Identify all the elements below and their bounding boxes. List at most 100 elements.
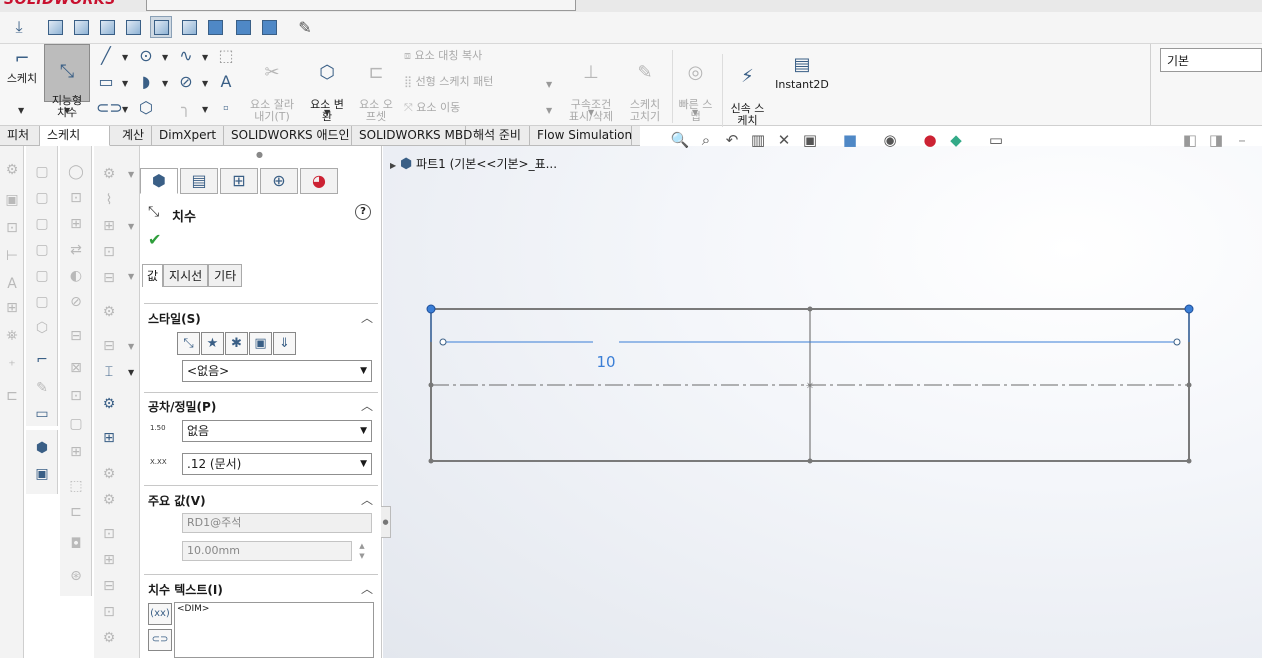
vertex-top-mid[interactable] xyxy=(807,306,813,312)
tab-dimxpert[interactable]: DimXpert xyxy=(152,126,224,146)
strip3-icon-4[interactable]: ⇄ xyxy=(65,240,87,260)
subtab-leaders[interactable]: 지시선 xyxy=(163,264,209,287)
strip-icon-8[interactable]: ⁺ xyxy=(1,356,23,376)
add-style-icon[interactable]: ★ xyxy=(201,332,224,355)
strip4-icon-15[interactable]: ⊟ xyxy=(98,576,120,596)
mirror-entities-button[interactable]: ⧈ 요소 대칭 복사 xyxy=(404,50,482,62)
tolerance-collapse-icon[interactable]: ︿ xyxy=(361,397,373,414)
sketch-geometry[interactable]: 10 ✳ xyxy=(383,146,1262,658)
strip3-icon-13[interactable]: ⊏ xyxy=(65,502,87,522)
ok-check-icon[interactable]: ✔ xyxy=(148,230,161,249)
view-front-icon[interactable] xyxy=(44,16,66,38)
view-left-icon[interactable] xyxy=(96,16,118,38)
text-icon[interactable]: A xyxy=(216,72,236,92)
polygon-icon[interactable]: ⬡ xyxy=(136,98,156,118)
pm-grip-icon[interactable]: ● xyxy=(256,150,263,159)
strip3-icon-2[interactable]: ⊡ xyxy=(65,188,87,208)
dim-text-box[interactable]: <DIM> xyxy=(174,602,374,658)
primary-value-collapse-icon[interactable]: ︿ xyxy=(361,491,373,508)
pm-tab-dimxpert[interactable]: ⊕ xyxy=(260,168,298,194)
strip3-icon-10[interactable]: ▢ xyxy=(65,414,87,434)
view-dimetric-icon[interactable] xyxy=(232,16,254,38)
smart-dimension-dropdown-icon[interactable]: ▼ xyxy=(64,106,70,115)
strip-icon-7[interactable]: ⛯ xyxy=(1,326,23,346)
strip2-icon-9[interactable]: ✎ xyxy=(31,378,53,398)
strip3-icon-5[interactable]: ◐ xyxy=(65,266,87,286)
apply-default-style-icon[interactable]: ⤡ xyxy=(177,332,200,355)
vertex-top-left[interactable] xyxy=(426,304,436,314)
strip4-icon-1[interactable]: ⚙ xyxy=(98,164,120,184)
inspection-dim-icon[interactable]: ⊂⊃ xyxy=(148,629,172,651)
view-right-icon[interactable] xyxy=(122,16,144,38)
tab-evaluate[interactable]: 계산 xyxy=(110,126,152,146)
strip4-icon-8[interactable]: ⌶ xyxy=(98,362,120,382)
strip2-part-icon[interactable]: ⬢ xyxy=(31,438,53,458)
add-parentheses-icon[interactable]: (xx) xyxy=(148,603,172,625)
strip2-icon-7[interactable]: ⬡ xyxy=(31,318,53,338)
instant2d-button[interactable]: ▤ Instant2D xyxy=(774,54,830,91)
style-select[interactable]: <없음> ▼ xyxy=(182,360,372,382)
strip3-icon-3[interactable]: ⊞ xyxy=(65,214,87,234)
vertex-right-mid[interactable] xyxy=(1186,382,1192,388)
strip3-icon-12[interactable]: ⬚ xyxy=(65,476,87,496)
strip3-icon-15[interactable]: ⊛ xyxy=(65,566,87,586)
view-bottom-icon[interactable] xyxy=(178,16,200,38)
strip-icon-4[interactable]: ⊢ xyxy=(1,246,23,266)
strip-icon-3[interactable]: ⊡ xyxy=(1,218,23,238)
normal-to-icon[interactable]: ⤓ xyxy=(8,16,30,38)
strip2-sketch-icon[interactable]: ⌐ xyxy=(31,350,53,370)
view-iso-icon[interactable] xyxy=(204,16,226,38)
strip3-icon-7[interactable]: ⊟ xyxy=(65,326,87,346)
style-collapse-icon[interactable]: ︿ xyxy=(361,309,373,326)
pm-tab-feature-manager[interactable]: ⬢ xyxy=(140,168,178,194)
strip2-icon-4[interactable]: ▢ xyxy=(31,240,53,260)
primary-value-input[interactable]: 10.00mm xyxy=(182,541,352,561)
strip3-icon-9[interactable]: ⊡ xyxy=(65,386,87,406)
spline-icon[interactable]: ∿ xyxy=(176,46,196,66)
view-top-icon[interactable] xyxy=(150,16,172,38)
strip-icon-1[interactable]: ⚙ xyxy=(1,160,23,180)
circle-icon[interactable]: ⊙ xyxy=(136,46,156,66)
point-icon[interactable]: ▫ xyxy=(216,98,236,118)
pm-tab-display-manager[interactable]: ◕ xyxy=(300,168,338,194)
tab-addins[interactable]: SOLIDWORKS 애드인 xyxy=(224,126,352,146)
strip-icon-5[interactable]: A xyxy=(1,274,23,294)
vertex-bottom-left[interactable] xyxy=(428,458,434,464)
line-icon[interactable]: ╱ xyxy=(96,46,116,66)
strip4-icon-12[interactable]: ⚙ xyxy=(98,490,120,510)
view-trimetric-icon[interactable] xyxy=(258,16,280,38)
trim-button[interactable]: ✂ 요소 잘라 내기(T) xyxy=(244,50,300,123)
menu-bar[interactable] xyxy=(146,0,576,11)
tab-features[interactable]: 피처 xyxy=(0,126,40,146)
smart-dimension-button[interactable]: ⤡ 지능형 치수 xyxy=(44,44,90,119)
strip2-icon-1[interactable]: ▢ xyxy=(31,162,53,182)
style-section-title[interactable]: 스타일(S) xyxy=(148,310,201,327)
dim-text-section-title[interactable]: 치수 텍스트(I) xyxy=(148,581,223,598)
fillet-icon[interactable]: ╮ xyxy=(176,98,196,118)
configuration-select[interactable]: 기본 xyxy=(1160,48,1262,72)
strip3-icon-14[interactable]: ◘ xyxy=(65,534,87,554)
sketch-button[interactable]: ⌐ 스케치 xyxy=(2,48,42,85)
strip4-icon-7[interactable]: ⊟ xyxy=(98,336,120,356)
ellipse-icon[interactable]: ⊘ xyxy=(176,72,196,92)
dimension-value[interactable]: 10 xyxy=(596,353,615,371)
help-icon[interactable]: ? xyxy=(355,204,371,220)
pm-tab-config-manager[interactable]: ⊞ xyxy=(220,168,258,194)
rectangle-icon[interactable]: ▭ xyxy=(96,72,116,92)
strip3-icon-1[interactable]: ◯ xyxy=(65,162,87,182)
subtab-value[interactable]: 값 xyxy=(142,264,164,287)
move-entities-button[interactable]: ⤧ 요소 이동 xyxy=(404,102,460,114)
strip2-monitor-icon[interactable]: ▭ xyxy=(31,404,53,424)
strip2-icon-2[interactable]: ▢ xyxy=(31,188,53,208)
vertex-bottom-mid[interactable] xyxy=(807,458,813,464)
value-spinner-icon[interactable]: ▲ ▼ xyxy=(354,541,370,561)
strip4-icon-17[interactable]: ⚙ xyxy=(98,628,120,648)
vertex-top-right[interactable] xyxy=(1184,304,1194,314)
strip4-icon-4[interactable]: ⊡ xyxy=(98,242,120,262)
delete-style-icon[interactable]: ✱ xyxy=(225,332,248,355)
tab-sketch[interactable]: 스케치 xyxy=(40,126,110,146)
view-back-icon[interactable] xyxy=(70,16,92,38)
strip4-icon-11[interactable]: ⚙ xyxy=(98,464,120,484)
strip2-icon-5[interactable]: ▢ xyxy=(31,266,53,286)
subtab-other[interactable]: 기타 xyxy=(208,264,243,287)
